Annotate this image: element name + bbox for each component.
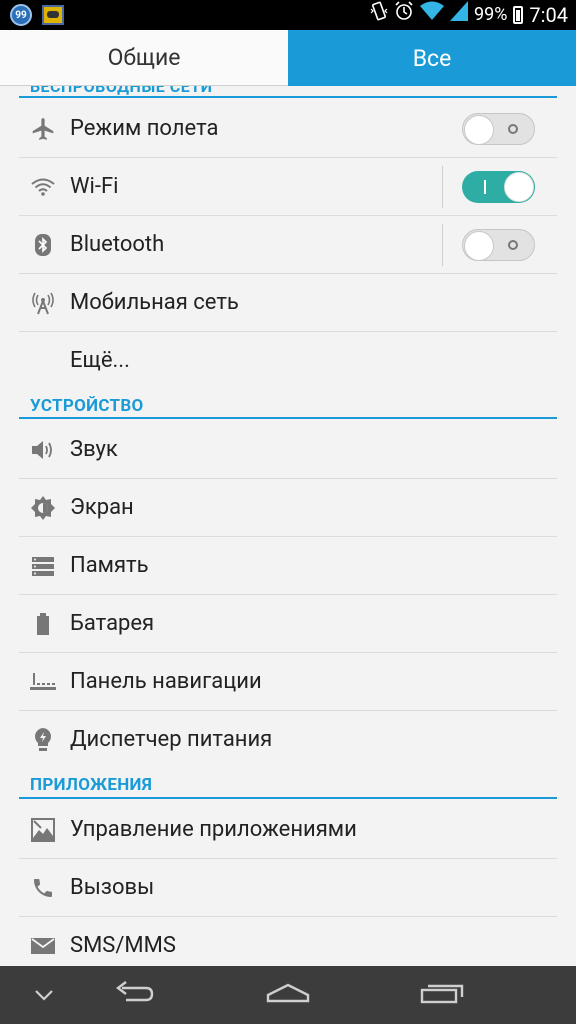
setting-battery[interactable]: Батарея <box>0 595 576 653</box>
section-header-wireless: БЕСПРОВОДНЫЕ СЕТИ <box>30 86 213 96</box>
brightness-icon <box>26 479 60 537</box>
setting-mobile-network[interactable]: Мобильная сеть <box>0 274 576 332</box>
cell-tower-icon <box>26 274 60 332</box>
recent-apps-icon <box>419 981 465 1009</box>
setting-storage[interactable]: Память <box>0 537 576 595</box>
navigation-bar-icon <box>26 653 60 711</box>
alarm-icon <box>394 1 414 29</box>
toggle-knob <box>464 231 494 261</box>
setting-wifi[interactable]: Wi-Fi <box>0 158 576 216</box>
airplane-icon <box>26 100 60 158</box>
wifi-toggle[interactable] <box>462 171 535 203</box>
setting-airplane-mode[interactable]: Режим полета <box>0 100 576 158</box>
setting-label: Память <box>70 553 149 578</box>
setting-label: Вызовы <box>70 875 155 900</box>
settings-list[interactable]: БЕСПРОВОДНЫЕ СЕТИ Режим полета Wi-Fi Blu… <box>0 86 576 966</box>
section-divider <box>19 797 557 799</box>
wifi-icon <box>26 158 60 216</box>
apps-icon <box>26 801 60 859</box>
setting-label: Диспетчер питания <box>70 727 273 752</box>
vibrate-icon <box>370 1 388 29</box>
lightbulb-icon <box>26 711 60 769</box>
setting-label: Панель навигации <box>70 669 262 694</box>
setting-label: Мобильная сеть <box>70 290 239 315</box>
clock: 7:04 <box>529 3 568 27</box>
divider-vertical <box>442 224 443 266</box>
setting-navigation-bar[interactable]: Панель навигации <box>0 653 576 711</box>
setting-label: Ещё... <box>70 348 130 373</box>
tab-general[interactable]: Общие <box>0 30 288 86</box>
setting-label: Экран <box>70 495 134 520</box>
battery-percent: 99% <box>474 4 508 25</box>
home-icon <box>264 981 312 1009</box>
setting-power-manager[interactable]: Диспетчер питания <box>0 711 576 769</box>
battery-status-icon <box>513 6 524 24</box>
setting-sound[interactable]: Звук <box>0 421 576 479</box>
section-header-apps: ПРИЛОЖЕНИЯ <box>30 775 153 795</box>
recent-apps-button[interactable] <box>412 966 472 1024</box>
setting-sms-mms[interactable]: SMS/MMS <box>0 917 576 966</box>
battery-icon <box>26 595 60 653</box>
phone-icon <box>26 859 60 917</box>
notification-badge: 99 <box>10 4 32 26</box>
setting-display[interactable]: Экран <box>0 479 576 537</box>
bluetooth-toggle[interactable] <box>462 229 535 261</box>
signal-icon <box>450 1 468 29</box>
mail-icon <box>26 917 60 966</box>
setting-app-management[interactable]: Управление приложениями <box>0 801 576 859</box>
storage-icon <box>26 537 60 595</box>
hide-navbar-button[interactable] <box>24 966 64 1024</box>
bluetooth-icon <box>26 216 60 274</box>
setting-more[interactable]: Ещё... <box>0 332 576 390</box>
setting-bluetooth[interactable]: Bluetooth <box>0 216 576 274</box>
toggle-off-mark <box>508 240 518 250</box>
toggle-knob <box>504 172 534 202</box>
section-divider <box>19 96 557 98</box>
notification-app-icon <box>42 5 64 25</box>
setting-label: SMS/MMS <box>70 933 176 958</box>
setting-label: Звук <box>70 437 118 462</box>
setting-label: Wi-Fi <box>70 174 119 199</box>
setting-label: Управление приложениями <box>70 817 357 842</box>
setting-label: Режим полета <box>70 116 219 141</box>
back-button[interactable] <box>104 966 164 1024</box>
tab-all[interactable]: Все <box>288 30 576 86</box>
speaker-icon <box>26 421 60 479</box>
section-divider <box>19 417 557 419</box>
setting-label: Bluetooth <box>70 232 165 257</box>
back-icon <box>112 980 156 1010</box>
airplane-mode-toggle[interactable] <box>462 113 535 145</box>
chevron-down-icon <box>34 986 54 1005</box>
status-bar: 99 99% 7:04 <box>0 0 576 30</box>
home-button[interactable] <box>258 966 318 1024</box>
system-navigation-bar <box>0 966 576 1024</box>
section-header-device: УСТРОЙСТВО <box>30 396 144 416</box>
toggle-knob <box>464 115 494 145</box>
toggle-on-mark <box>484 180 486 194</box>
toggle-off-mark <box>508 124 518 134</box>
wifi-status-icon <box>420 1 444 29</box>
setting-calls[interactable]: Вызовы <box>0 859 576 917</box>
tab-bar: Общие Все <box>0 30 576 86</box>
setting-label: Батарея <box>70 611 155 636</box>
divider-vertical <box>442 166 443 208</box>
